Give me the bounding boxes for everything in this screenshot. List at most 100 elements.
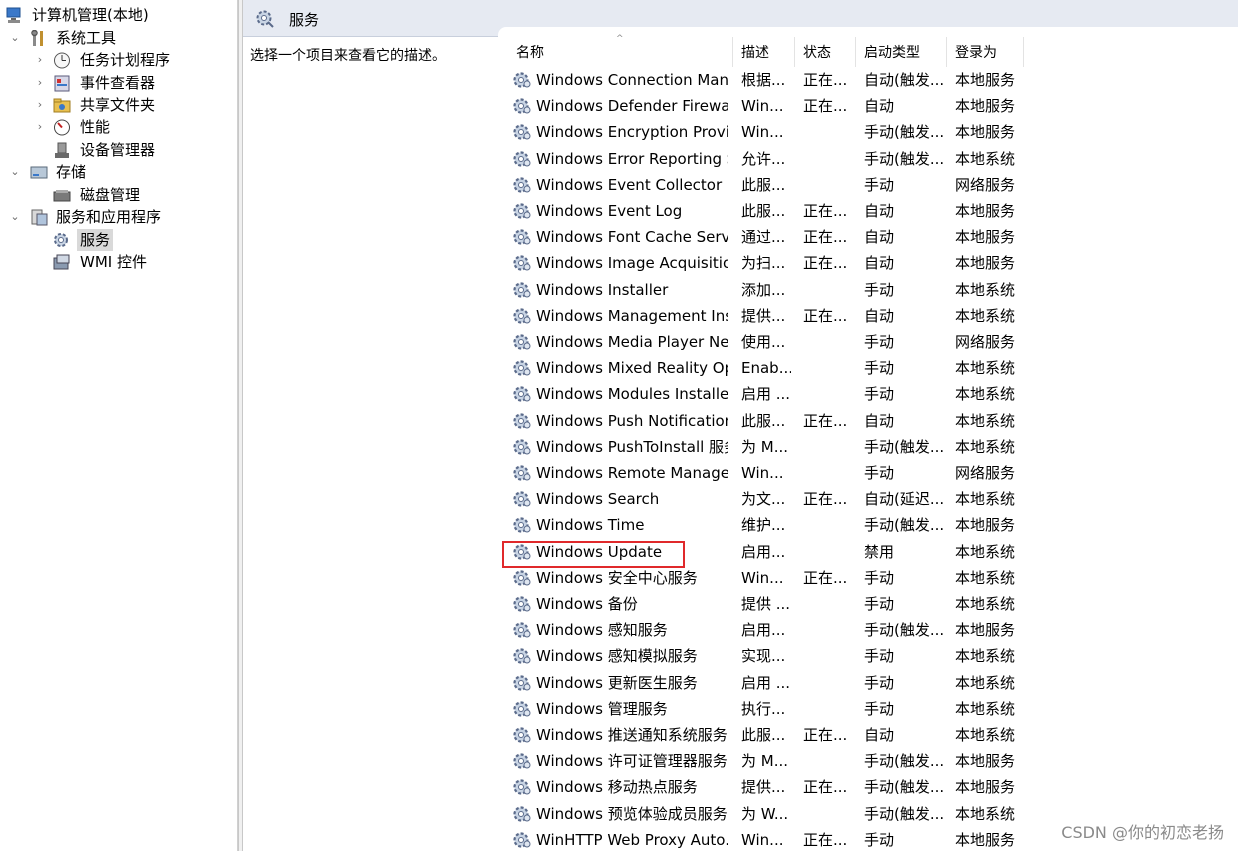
gear-icon (513, 439, 531, 455)
column-header-description[interactable]: 描述 (741, 42, 769, 64)
service-startup-type: 自动 (864, 306, 895, 325)
sort-ascending-icon: ^ (616, 34, 624, 44)
column-divider[interactable] (855, 37, 856, 67)
gear-icon (513, 805, 531, 822)
service-logon-as: 本地服务 (955, 228, 1016, 247)
chevron-right-icon[interactable]: › (33, 116, 47, 138)
chevron-down-icon[interactable]: ⌄ (8, 206, 22, 228)
gear-icon (513, 360, 531, 376)
column-header-startup-type[interactable]: 启动类型 (864, 42, 920, 64)
table-row[interactable]: Windows 推送通知系统服务 此服... 正在... 自动 本地系统 (498, 722, 1238, 748)
table-row[interactable]: Windows 感知服务 启用... 手动(触发... 本地服务 (498, 617, 1238, 643)
column-divider[interactable] (794, 37, 795, 67)
storage-icon (30, 166, 48, 179)
table-row[interactable]: Windows Media Player Net... 使用... 手动 网络服务 (498, 329, 1238, 355)
service-logon-as: 本地系统 (955, 280, 1016, 299)
column-header-logon-as[interactable]: 登录为 (955, 42, 997, 64)
table-row[interactable]: Windows Encryption Provid... Win... 手动(触发.… (498, 119, 1238, 145)
service-description: 提供... (741, 778, 786, 797)
table-row[interactable]: Windows Mixed Reality Op... Enab... 手动 本地系统 (498, 355, 1238, 381)
service-description: 为扫... (741, 254, 786, 273)
chevron-right-icon[interactable]: › (33, 49, 47, 71)
service-name: Windows Installer (536, 280, 669, 299)
column-header-status[interactable]: 状态 (803, 42, 831, 64)
service-description: Win... (741, 464, 784, 482)
service-description: 启用 ... (741, 385, 791, 404)
table-row[interactable]: Windows Font Cache Servi... 通过... 正在... 自动 本… (498, 224, 1238, 250)
service-description: 为 M... (741, 437, 789, 456)
service-startup-type: 自动 (864, 228, 895, 247)
service-status: 正在... (803, 306, 848, 325)
table-row[interactable]: Windows Push Notification... 此服... 正在... 自动… (498, 408, 1238, 434)
tree-label: 存储 (56, 163, 87, 181)
table-row[interactable]: Windows Event Collector 此服... 手动 网络服务 (498, 172, 1238, 198)
tree-label: 任务计划程序 (80, 51, 171, 69)
table-row[interactable]: Windows 许可证管理器服务为 M... 手动(触发... 本地服务 (498, 748, 1238, 774)
service-startup-type: 自动 (864, 254, 895, 273)
table-row[interactable]: Windows 备份 提供 ... 手动 本地系统 (498, 591, 1238, 617)
service-status: 正在... (803, 726, 848, 744)
gear-icon (513, 386, 531, 402)
highlight-box (502, 541, 685, 568)
column-divider[interactable] (946, 37, 947, 67)
table-row[interactable]: Windows 安全中心服务 Win... 正在... 手动 本地系统 (498, 565, 1238, 591)
table-row[interactable]: Windows 移动热点服务 提供... 正在... 手动(触发... 本地服务 (498, 774, 1238, 800)
service-description: 维护... (741, 516, 786, 535)
service-description: 通过... (741, 228, 786, 247)
table-row[interactable]: Windows Error Reporting S... 允许... 手动(触发..… (498, 146, 1238, 172)
service-logon-as: 网络服务 (955, 464, 1016, 482)
column-divider[interactable] (732, 37, 733, 67)
gear-icon (513, 308, 531, 324)
service-logon-as: 本地服务 (955, 516, 1016, 535)
tools-icon (31, 30, 43, 46)
gear-icon (513, 229, 531, 245)
service-logon-as: 本地服务 (955, 202, 1016, 220)
chevron-right-icon[interactable]: › (33, 72, 47, 94)
table-row[interactable]: Windows 管理服务 执行... 手动 本地系统 (498, 696, 1238, 722)
service-logon-as: 网络服务 (955, 175, 1016, 194)
service-description: 执行... (741, 699, 786, 718)
service-logon-as: 本地服务 (955, 97, 1016, 116)
service-description: 启用 ... (741, 673, 791, 692)
service-startup-type: 手动 (864, 595, 895, 613)
tree-label: 性能 (80, 118, 111, 136)
tree-label: 设备管理器 (80, 141, 156, 159)
chevron-down-icon[interactable]: ⌄ (8, 27, 22, 49)
table-row[interactable]: Windows 更新医生服务 启用 ... 手动 本地系统 (498, 670, 1238, 696)
service-name: Windows Encryption Provid... (536, 123, 728, 142)
table-row[interactable]: Windows Event Log 此服... 正在... 自动 本地服务 (498, 198, 1238, 224)
table-row[interactable]: Windows Installer 添加... 手动 本地系统 (498, 277, 1238, 303)
gear-icon (513, 596, 531, 612)
column-header-name[interactable]: 名称 (516, 42, 544, 64)
chevron-down-icon[interactable]: ⌄ (8, 161, 22, 183)
gear-icon (256, 10, 274, 28)
table-row[interactable]: Windows Management Ins... 提供... 正在... 自动 本地系… (498, 303, 1238, 329)
service-startup-type: 手动 (864, 359, 895, 378)
service-description: 根据... (741, 71, 786, 89)
table-row[interactable]: Windows Connection Man... 根据... 正在... 自动(触发… (498, 67, 1238, 93)
device-manager-icon (55, 142, 69, 158)
table-row[interactable]: Windows Image Acquisitio... 为扫... 正在... 自动 本… (498, 250, 1238, 276)
service-startup-type: 手动 (864, 673, 895, 692)
services-list: ^ 名称 描述 状态 启动类型 登录为 Windows Connection M… (498, 27, 1238, 851)
table-row[interactable]: Windows Time 维护... 手动(触发... 本地服务 (498, 512, 1238, 538)
table-row[interactable]: Windows Remote Manage... Win... 手动 网络服务 (498, 460, 1238, 486)
table-row[interactable]: Windows PushToInstall 服务为 M... 手动(触发... 本地… (498, 434, 1238, 460)
description-text: 选择一个项目来查看它的描述。 (250, 48, 446, 64)
service-startup-type: 手动(触发... (864, 752, 944, 771)
gear-icon (513, 412, 531, 429)
table-row[interactable]: Windows Modules Installer 启用 ... 手动 本地系统 (498, 381, 1238, 407)
service-description: 此服... (741, 202, 786, 220)
service-description: 为文... (741, 490, 786, 509)
table-row[interactable]: Windows Search 为文... 正在... 自动(延迟... 本地系统 (498, 486, 1238, 512)
service-name: Windows 管理服务 (536, 699, 668, 718)
table-row[interactable]: Windows Defender Firewall Win... 正在... 自动 本地… (498, 93, 1238, 119)
chevron-right-icon[interactable]: › (33, 94, 47, 116)
service-description: 此服... (741, 726, 786, 744)
service-name: Windows Management Ins... (536, 306, 728, 325)
description-pane: 选择一个项目来查看它的描述。 (243, 37, 498, 851)
table-row[interactable]: Windows 感知模拟服务 实现... 手动 本地系统 (498, 643, 1238, 669)
gear-icon (513, 491, 531, 507)
service-startup-type: 手动(触发... (864, 149, 944, 168)
column-divider[interactable] (1023, 37, 1024, 67)
